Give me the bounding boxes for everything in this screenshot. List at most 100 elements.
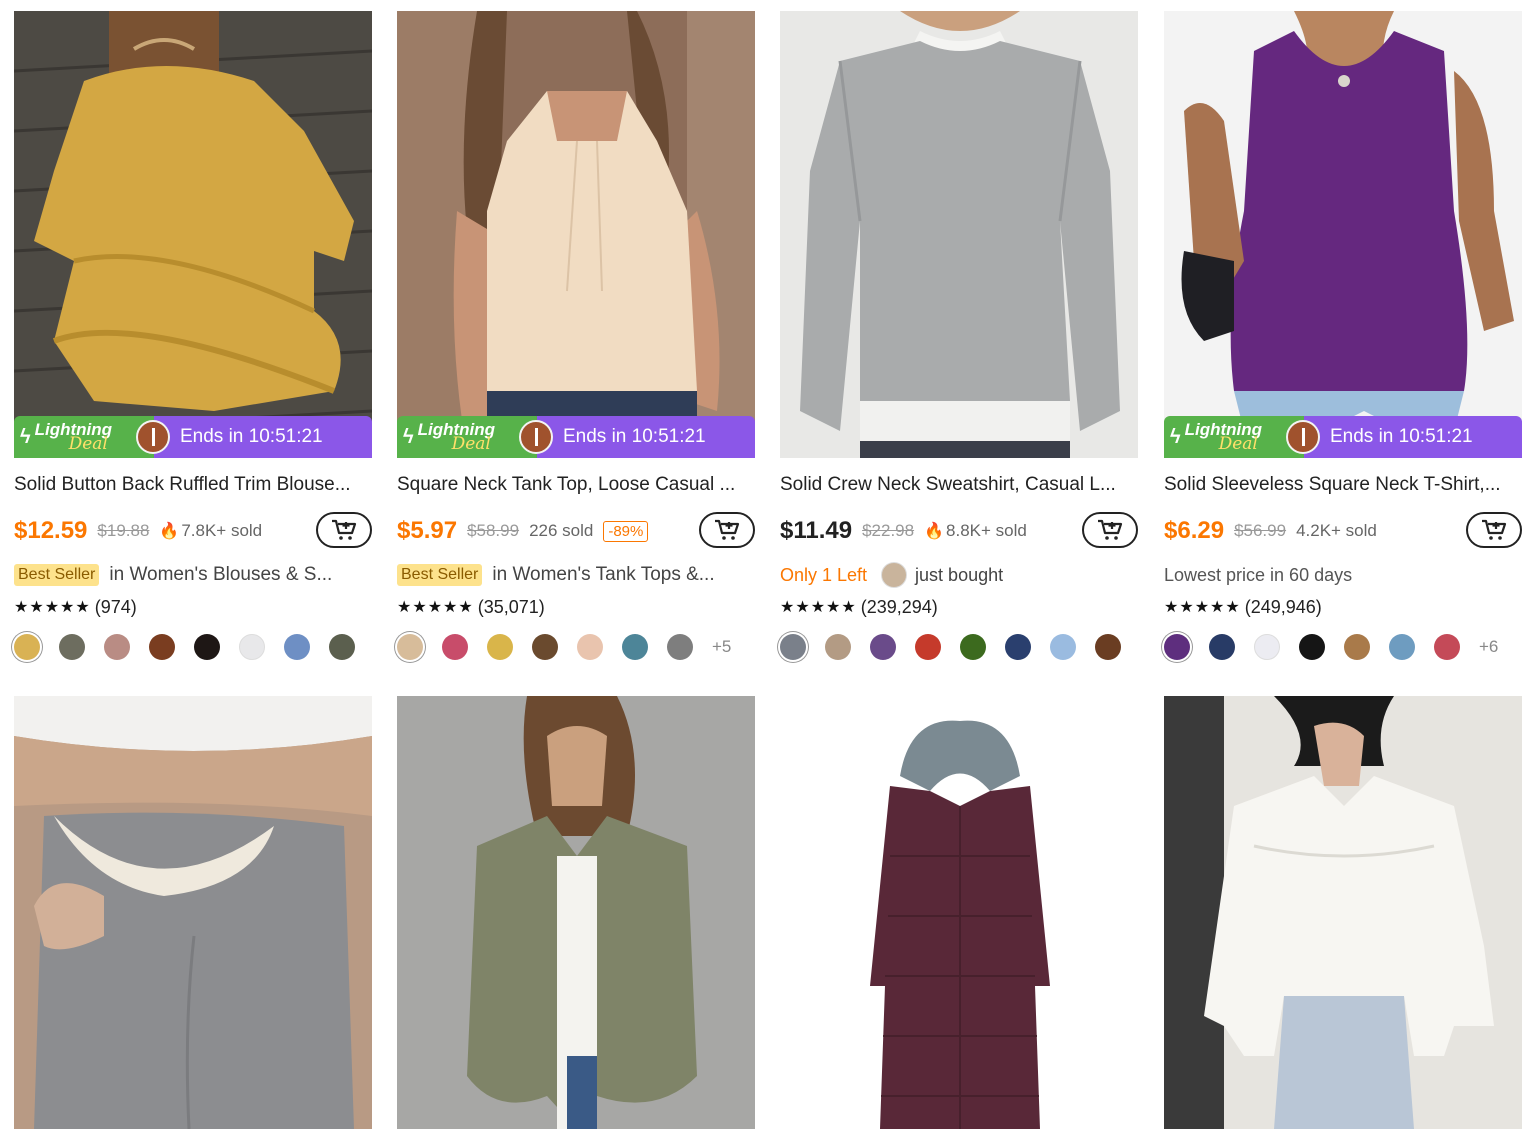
color-swatch[interactable] bbox=[1254, 634, 1280, 660]
rating[interactable]: ★★★★★ (239,294) bbox=[780, 595, 938, 619]
more-colors-count[interactable]: +6 bbox=[1479, 637, 1498, 657]
original-price: $19.88 bbox=[97, 521, 150, 540]
rating[interactable]: ★★★★★ (35,071) bbox=[397, 595, 545, 619]
product-image[interactable] bbox=[14, 11, 372, 458]
price-row: $6.29 $56.99 4.2K+ sold bbox=[1164, 511, 1522, 551]
category-rank[interactable]: in Women's Blouses & S... bbox=[109, 564, 332, 586]
deal-brand-bottom: Deal bbox=[1218, 434, 1258, 454]
lightning-bolt-icon: ϟ bbox=[403, 425, 414, 448]
add-to-cart-button[interactable] bbox=[1466, 512, 1522, 548]
buyer-avatar bbox=[881, 562, 908, 588]
best-seller-row[interactable]: Best Seller in Women's Blouses & S... bbox=[14, 561, 372, 589]
color-swatch[interactable] bbox=[577, 634, 603, 660]
color-swatches bbox=[14, 631, 374, 663]
low-stock-label: Only 1 Left bbox=[780, 564, 868, 585]
sold-count: 🔥 7.8K+ sold bbox=[159, 521, 262, 541]
color-swatch[interactable] bbox=[397, 634, 423, 660]
color-swatches bbox=[780, 631, 1140, 663]
rating[interactable]: ★★★★★ (974) bbox=[14, 595, 137, 619]
review-count: (249,946) bbox=[1244, 596, 1322, 617]
best-seller-row[interactable]: Best Seller in Women's Tank Tops &... bbox=[397, 561, 755, 589]
color-swatch[interactable] bbox=[149, 634, 175, 660]
product-title[interactable]: Solid Button Back Ruffled Trim Blouse... bbox=[14, 473, 372, 497]
original-price: $56.99 bbox=[1234, 521, 1287, 540]
color-swatch[interactable] bbox=[1164, 634, 1190, 660]
rating[interactable]: ★★★★★ (249,946) bbox=[1164, 595, 1322, 619]
deal-brand-bottom: Deal bbox=[68, 434, 108, 454]
price: $6.29 bbox=[1164, 517, 1225, 544]
price: $5.97 bbox=[397, 517, 458, 544]
deal-countdown: Ends in 10:51:21 bbox=[154, 416, 372, 458]
color-swatch[interactable] bbox=[1299, 634, 1325, 660]
product-image[interactable] bbox=[397, 11, 755, 458]
color-swatch[interactable] bbox=[915, 634, 941, 660]
color-swatch[interactable] bbox=[825, 634, 851, 660]
product-title[interactable]: Square Neck Tank Top, Loose Casual ... bbox=[397, 473, 755, 497]
sold-count: 4.2K+ sold bbox=[1296, 521, 1377, 540]
product-image[interactable] bbox=[397, 696, 755, 1129]
category-rank[interactable]: in Women's Tank Tops &... bbox=[492, 564, 714, 586]
add-to-cart-button[interactable] bbox=[1082, 512, 1138, 548]
product-image[interactable] bbox=[1164, 696, 1522, 1129]
add-to-cart-button[interactable] bbox=[316, 512, 372, 548]
color-swatch[interactable] bbox=[1344, 634, 1370, 660]
color-swatch[interactable] bbox=[667, 634, 693, 660]
color-swatch[interactable] bbox=[284, 634, 310, 660]
color-swatch[interactable] bbox=[194, 634, 220, 660]
color-swatch[interactable] bbox=[1050, 634, 1076, 660]
color-swatch[interactable] bbox=[14, 634, 40, 660]
product-image[interactable] bbox=[14, 696, 372, 1129]
color-swatch[interactable] bbox=[1389, 634, 1415, 660]
lightning-deal-banner: ϟ Lightning Deal Ends in 10:51:21 bbox=[14, 416, 372, 458]
review-count: (35,071) bbox=[477, 596, 545, 617]
lowest-price-row: Lowest price in 60 days bbox=[1164, 561, 1522, 589]
color-swatch[interactable] bbox=[622, 634, 648, 660]
color-swatch[interactable] bbox=[104, 634, 130, 660]
color-swatch[interactable] bbox=[960, 634, 986, 660]
color-swatch[interactable] bbox=[532, 634, 558, 660]
price-row: $5.97 $58.99 226 sold -89% bbox=[397, 511, 755, 551]
color-swatch[interactable] bbox=[870, 634, 896, 660]
price: $12.59 bbox=[14, 517, 88, 544]
star-rating-icon: ★★★★★ bbox=[14, 599, 91, 616]
cart-plus-icon bbox=[715, 519, 740, 540]
stock-row: Only 1 Left just bought bbox=[780, 561, 1138, 589]
star-rating-icon: ★★★★★ bbox=[1164, 599, 1241, 616]
color-swatch[interactable] bbox=[1095, 634, 1121, 660]
cart-plus-icon bbox=[1482, 519, 1507, 540]
star-rating-icon: ★★★★★ bbox=[780, 599, 857, 616]
color-swatches: +6 bbox=[1164, 631, 1498, 663]
deal-brand-bottom: Deal bbox=[451, 434, 491, 454]
more-colors-count[interactable]: +5 bbox=[712, 637, 731, 657]
product-image[interactable] bbox=[780, 696, 1138, 1129]
review-count: (239,294) bbox=[860, 596, 938, 617]
sold-count: 226 sold bbox=[529, 521, 594, 540]
discount-badge: -89% bbox=[603, 520, 649, 542]
color-swatch[interactable] bbox=[59, 634, 85, 660]
price-row: $12.59 $19.88 🔥 7.8K+ sold bbox=[14, 511, 372, 551]
just-bought-text: just bought bbox=[915, 564, 1004, 585]
product-image[interactable] bbox=[780, 11, 1138, 458]
color-swatch[interactable] bbox=[239, 634, 265, 660]
flame-icon: 🔥 bbox=[159, 523, 180, 540]
color-swatch[interactable] bbox=[487, 634, 513, 660]
add-to-cart-button[interactable] bbox=[699, 512, 755, 548]
deal-countdown: Ends in 10:51:21 bbox=[1304, 416, 1522, 458]
color-swatch[interactable] bbox=[1209, 634, 1235, 660]
best-seller-badge: Best Seller bbox=[14, 564, 100, 586]
product-image[interactable] bbox=[1164, 11, 1522, 458]
lightning-bolt-icon: ϟ bbox=[1170, 425, 1181, 448]
original-price: $22.98 bbox=[862, 521, 915, 540]
color-swatches: +5 bbox=[397, 631, 731, 663]
price-row: $11.49 $22.98 🔥 8.8K+ sold bbox=[780, 511, 1138, 551]
color-swatch[interactable] bbox=[1005, 634, 1031, 660]
color-swatch[interactable] bbox=[1434, 634, 1460, 660]
lowest-price-label: Lowest price in 60 days bbox=[1164, 564, 1353, 585]
flame-icon: 🔥 bbox=[924, 523, 945, 540]
color-swatch[interactable] bbox=[780, 634, 806, 660]
color-swatch[interactable] bbox=[329, 634, 355, 660]
color-swatch[interactable] bbox=[442, 634, 468, 660]
product-title[interactable]: Solid Crew Neck Sweatshirt, Casual L... bbox=[780, 473, 1138, 497]
product-title[interactable]: Solid Sleeveless Square Neck T-Shirt,... bbox=[1164, 473, 1522, 497]
product-grid: ϟ Lightning Deal Ends in 10:51:21 Solid B… bbox=[0, 0, 1536, 1129]
